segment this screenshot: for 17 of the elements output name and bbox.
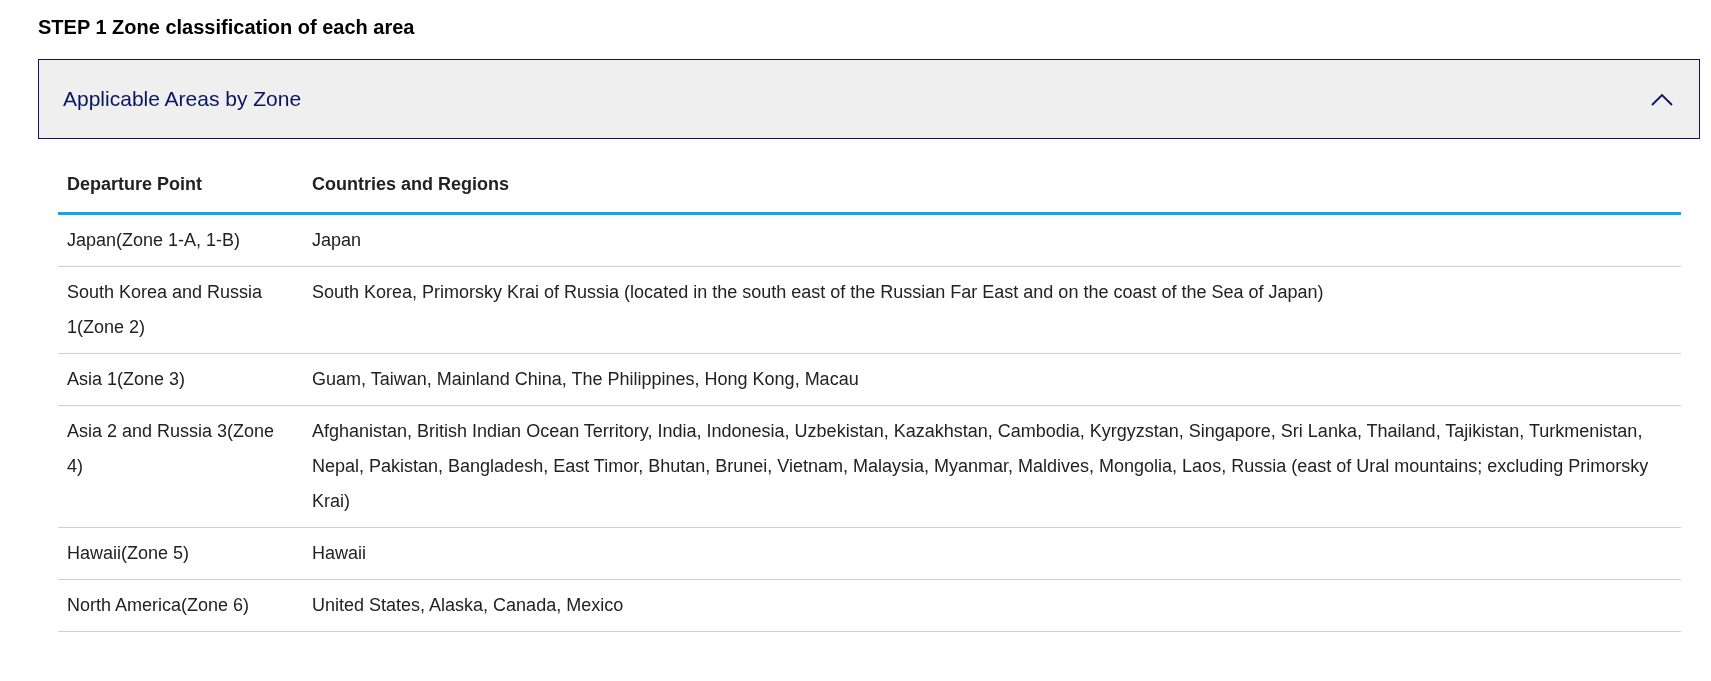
chevron-up-icon	[1651, 92, 1673, 106]
table-cell: Hawaii	[303, 527, 1681, 580]
table-cell: Afghanistan, British Indian Ocean Territory, India, Indonesia, Uzbekistan, Kazakhstan, Cambodia, Kyrgyzstan, Singapore, Sri Lanka, Thailand, Tajikistan, Turkmenistan, Nepal, Pakistan, Bangladesh, East Timor, Bhutan, Brunei, Vietnam, Malaysia, Myanmar, Maldives, Mongolia, Laos, Russia (east of Ural mountains; excluding Primorsky Krai)	[303, 405, 1681, 528]
column-header: Countries and Regions	[303, 157, 1681, 214]
table-cell: Hawaii(Zone 5)	[58, 527, 303, 580]
column-header: Departure Point	[58, 157, 303, 214]
table-cell: Japan	[303, 213, 1681, 267]
table-cell: Asia 2 and Russia 3(Zone 4)	[58, 405, 303, 528]
table-cell: South Korea, Primorsky Krai of Russia (located in the south east of the Russian Far East and on the coast of the Sea of Japan)	[303, 266, 1681, 354]
section-heading: STEP 1 Zone classification of each area	[38, 15, 416, 40]
table-cell: Japan(Zone 1-A, 1-B)	[58, 213, 303, 267]
table-cell: Guam, Taiwan, Mainland China, The Philippines, Hong Kong, Macau	[303, 353, 1681, 406]
table-cell: North America(Zone 6)	[58, 579, 303, 632]
table-cell: South Korea and Russia 1(Zone 2)	[58, 266, 303, 354]
table-cell: United States, Alaska, Canada, Mexico	[303, 579, 1681, 632]
table-cell: Asia 1(Zone 3)	[58, 353, 303, 406]
accordion-header[interactable]: Applicable Areas by Zone	[38, 59, 1700, 139]
